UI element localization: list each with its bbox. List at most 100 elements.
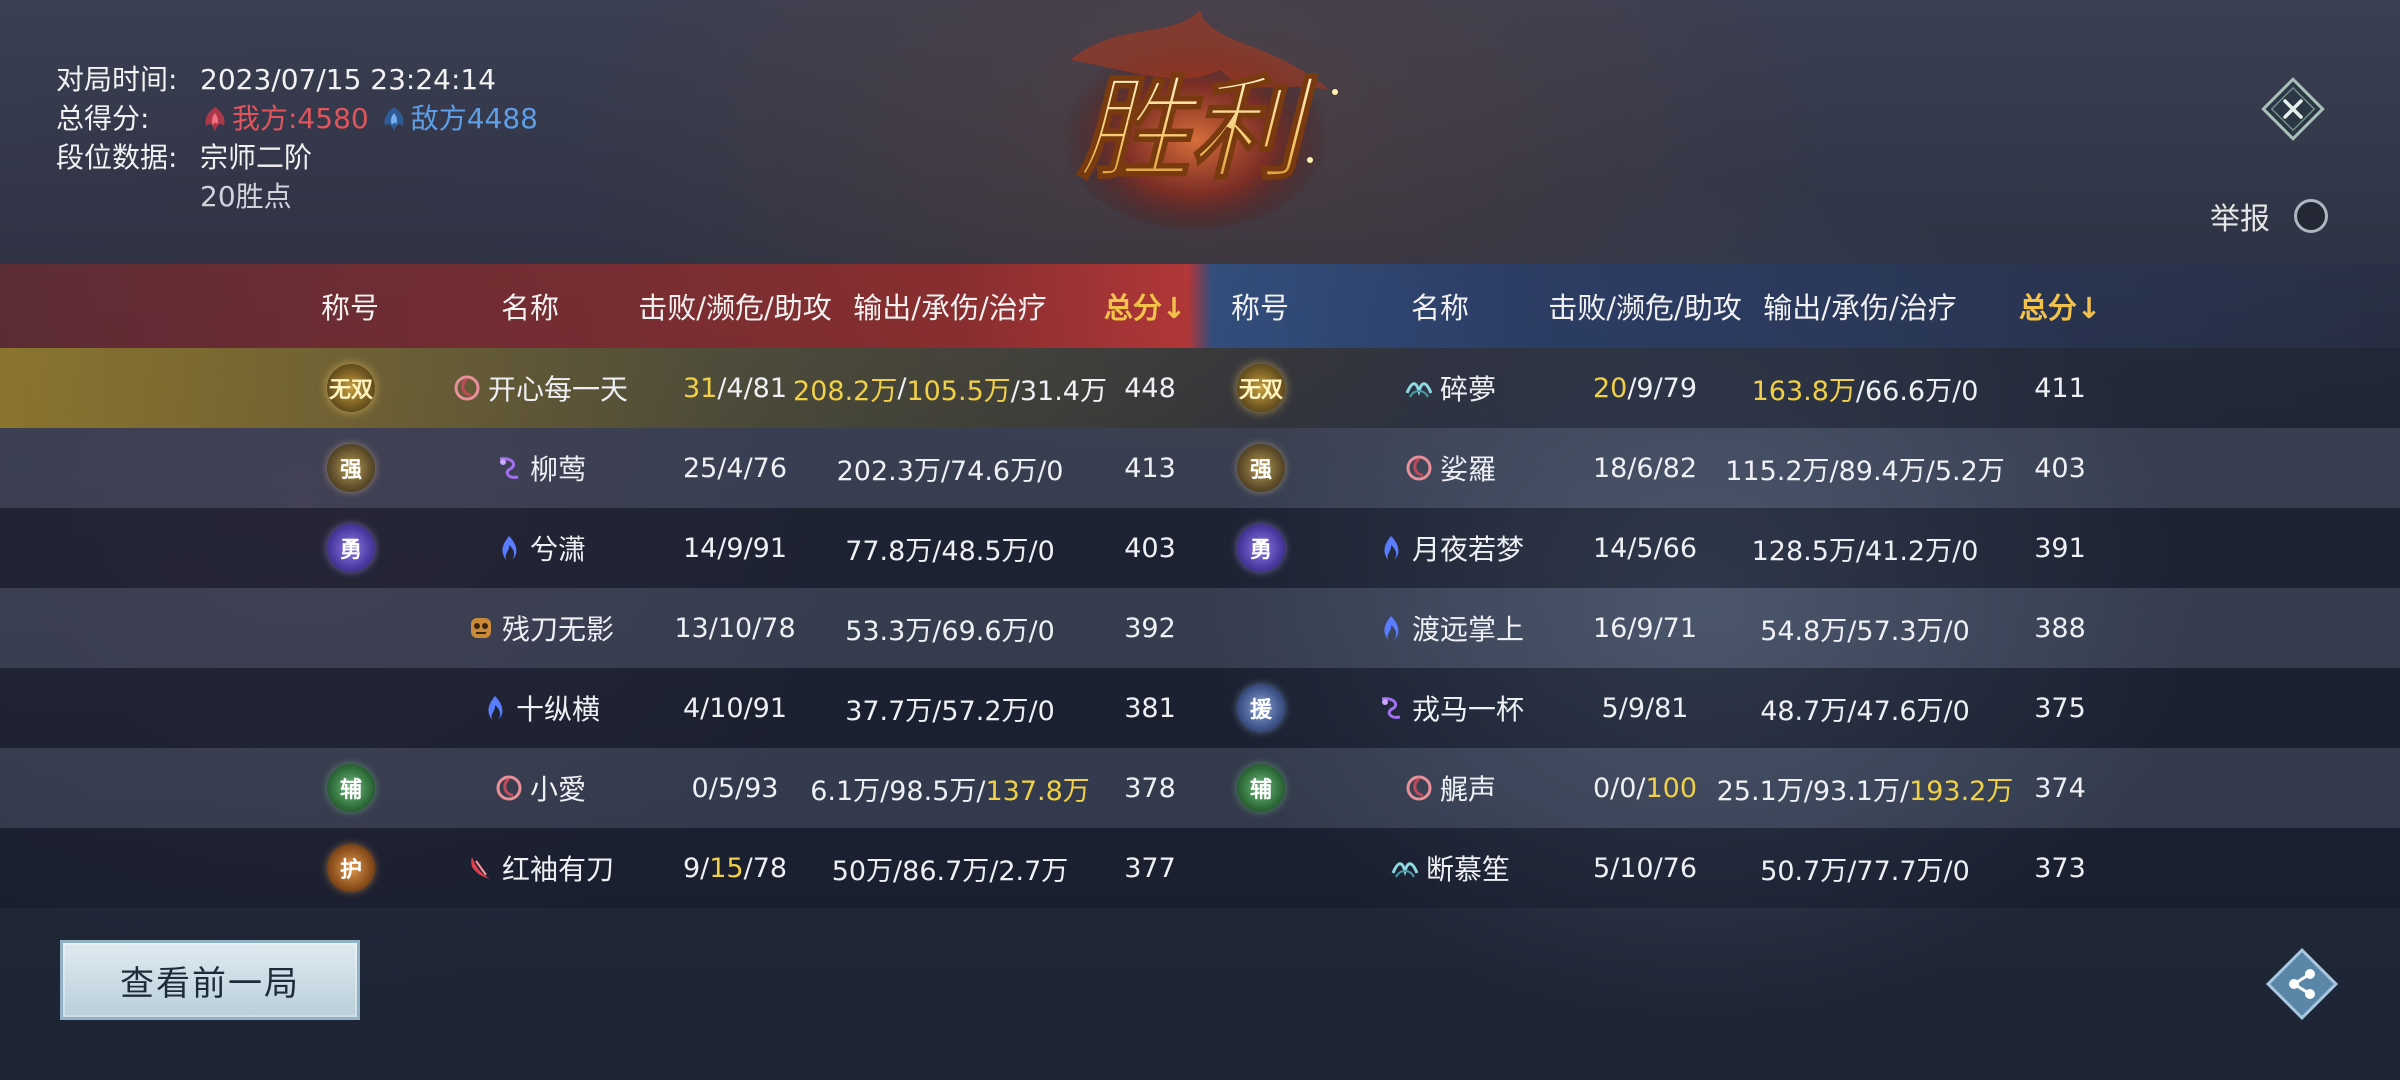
header-our-total-sort[interactable]: 总分↓ <box>1104 264 1186 348</box>
player-name: 戎马一杯 <box>1411 693 1524 726</box>
kda-kills: 31 <box>682 372 718 404</box>
player-name: 渡远掌上 <box>1411 613 1524 646</box>
damage-out: 163.8万 <box>1751 375 1856 407</box>
enemy-team-score: 敌方4488 <box>379 99 538 138</box>
kda-assists: 100 <box>1645 772 1698 804</box>
header-enemy-damage: 输出/承伤/治疗 <box>1763 291 1957 325</box>
total-cell: 403 <box>2034 452 2086 484</box>
kda-part: 9/ <box>682 852 710 884</box>
header-our-name: 名称 <box>500 291 559 325</box>
player-name-cell[interactable]: 柳莺 <box>420 428 660 508</box>
damage-heal: 193.2万 <box>1909 775 2014 807</box>
player-name-cell[interactable]: 小愛 <box>420 748 660 828</box>
blue-flame-icon <box>488 696 503 720</box>
title-badge: 无双 <box>327 364 375 412</box>
title-badge: 无双 <box>1237 364 1285 412</box>
total-score-label: 总得分: <box>56 102 150 135</box>
header-enemy-name: 名称 <box>1410 291 1469 325</box>
match-time-value: 2023/07/15 23:24:14 <box>200 63 497 96</box>
rank-value: 宗师二阶 <box>200 141 313 174</box>
rank-row: 段位数据: 宗师二阶 <box>56 138 538 177</box>
player-name-cell[interactable]: 月夜若梦 <box>1330 508 1570 588</box>
view-previous-match-button[interactable]: 查看前一局 <box>60 940 360 1020</box>
player-name: 红袖有刀 <box>501 853 614 886</box>
pink-spiral-icon <box>1406 455 1432 481</box>
total-cell: 413 <box>1124 452 1176 484</box>
player-name-cell[interactable]: 开心每一天 <box>420 348 660 428</box>
blue-flame-icon <box>1384 616 1399 640</box>
share-icon <box>2265 947 2339 1021</box>
player-name: 兮潇 <box>529 533 586 566</box>
damage-cell: 6.1万/98.5万/137.8万 <box>795 748 1105 828</box>
title-badge: 辅 <box>1237 764 1285 812</box>
damage-cell: 25.1万/93.1万/193.2万 <box>1710 748 2020 828</box>
player-name: 残刀无影 <box>501 613 614 646</box>
player-name: 艉声 <box>1439 773 1496 806</box>
share-button[interactable] <box>2262 944 2342 1024</box>
damage-cell: 50万/86.7万/2.7万 <box>831 855 1069 887</box>
table-row: 强 柳莺 25/4/76 202.3万/74.6万/0 413 强 娑羅 18/… <box>0 428 2400 508</box>
total-cell: 378 <box>1124 772 1176 804</box>
table-row: 十纵横 4/10/91 37.7万/57.2万/0 381 援 戎马一杯 5/9… <box>0 668 2400 748</box>
teal-wave-icon <box>1391 862 1419 878</box>
report-toggle[interactable]: 举报 <box>2210 194 2328 238</box>
header-our-kda: 击败/濒危/助攻 <box>638 291 832 325</box>
total-cell: 392 <box>1124 612 1176 644</box>
player-name-cell[interactable]: 十纵横 <box>420 668 660 748</box>
damage-cell: 202.3万/74.6万/0 <box>836 455 1064 487</box>
kda-kills: 20 <box>1592 372 1628 404</box>
damage-heal: 137.8万 <box>985 775 1090 807</box>
purple-dragon-icon <box>499 457 519 479</box>
close-button[interactable] <box>2258 74 2328 144</box>
purple-dragon-icon <box>1381 697 1401 719</box>
player-name-cell[interactable]: 兮潇 <box>420 508 660 588</box>
title-badge: 护 <box>327 844 375 892</box>
header-enemy-title: 称号 <box>1230 291 1289 325</box>
orange-mask-icon <box>470 618 491 638</box>
damage-rest: /66.6万/0 <box>1855 375 1979 407</box>
player-name: 碎夢 <box>1439 373 1496 406</box>
sparkle <box>1307 157 1313 163</box>
damage-taken: 105.5万 <box>906 375 1011 407</box>
total-score-row: 总得分: 我方:4580 敌方4488 <box>56 99 538 138</box>
header-enemy-total-sort[interactable]: 总分↓ <box>2019 264 2101 348</box>
report-radio[interactable] <box>2294 199 2328 233</box>
total-cell: 375 <box>2034 692 2086 724</box>
header-our-title: 称号 <box>320 291 379 325</box>
victory-emblem: 胜利 <box>1060 10 1338 230</box>
player-name-cell[interactable]: 红袖有刀 <box>420 828 660 908</box>
kda-rest: /9/79 <box>1627 372 1698 404</box>
pink-spiral-icon <box>454 375 480 401</box>
our-team-score: 我方:4580 <box>200 99 369 138</box>
player-name: 月夜若梦 <box>1411 533 1524 566</box>
player-name-cell[interactable]: 艉声 <box>1330 748 1570 828</box>
damage-out-taken: 25.1万/93.1万/ <box>1716 775 1910 807</box>
our-team-emblem-icon <box>205 106 225 131</box>
damage-cell: 115.2万/89.4万/5.2万 <box>1725 455 2005 487</box>
kda-part: /78 <box>743 852 788 884</box>
table-row: 残刀无影 13/10/78 53.3万/69.6万/0 392 渡远掌上 16/… <box>0 588 2400 668</box>
sparkle <box>1332 89 1338 95</box>
table-row: 勇 兮潇 14/9/91 77.8万/48.5万/0 403 勇 月夜若梦 14… <box>0 508 2400 588</box>
player-name: 断慕笙 <box>1425 853 1510 886</box>
title-badge: 勇 <box>327 524 375 572</box>
player-name-cell[interactable]: 碎夢 <box>1330 348 1570 428</box>
total-cell: 391 <box>2034 532 2086 564</box>
kda-deaths: 15 <box>709 852 744 884</box>
kda-part: 0/0/ <box>1592 772 1646 804</box>
player-name-cell[interactable]: 渡远掌上 <box>1330 588 1570 668</box>
player-name-cell[interactable]: 戎马一杯 <box>1330 668 1570 748</box>
total-cell: 381 <box>1124 692 1176 724</box>
match-info: 对局时间: 2023/07/15 23:24:14 总得分: 我方:4580 敌… <box>56 60 538 216</box>
damage-cell: 50.7万/77.7万/0 <box>1760 855 1970 887</box>
report-label: 举报 <box>2210 202 2270 237</box>
red-blade-icon <box>471 857 490 879</box>
damage-cell: 53.3万/69.6万/0 <box>845 615 1055 647</box>
total-cell: 374 <box>2034 772 2086 804</box>
player-name: 小愛 <box>529 773 586 806</box>
damage-cell: 54.8万/57.3万/0 <box>1760 615 1970 647</box>
player-name-cell[interactable]: 残刀无影 <box>420 588 660 668</box>
title-badge: 强 <box>1237 444 1285 492</box>
player-name-cell[interactable]: 娑羅 <box>1330 428 1570 508</box>
player-name-cell[interactable]: 断慕笙 <box>1330 828 1570 908</box>
